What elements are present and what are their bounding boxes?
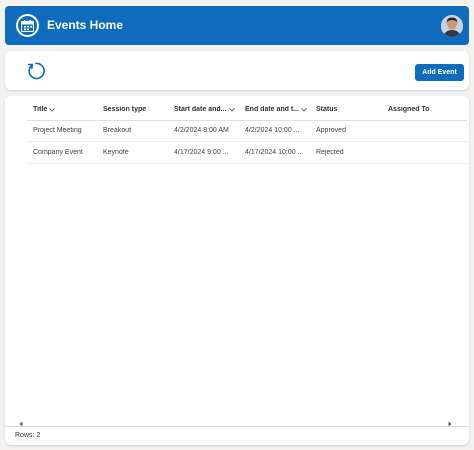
cell-session-type: Keynote	[103, 149, 129, 156]
avatar[interactable]	[441, 15, 463, 37]
column-header-end-date[interactable]: End date and t...	[245, 106, 311, 113]
page-title: Events Home	[47, 18, 124, 32]
horizontal-scrollbar[interactable]	[27, 418, 443, 420]
cell-status: Rejected	[316, 149, 344, 156]
column-header-assigned-to[interactable]: Assigned To	[388, 106, 458, 113]
table-row[interactable]: Project Meeting Breakout 4/2/2024 8:00 A…	[27, 120, 467, 142]
app-header: Events Home	[5, 6, 469, 45]
chevron-down-icon	[49, 107, 56, 112]
cell-session-type: Breakout	[103, 127, 132, 134]
refresh-icon[interactable]	[25, 60, 47, 82]
column-header-title[interactable]: Title	[33, 106, 97, 113]
cell-start-date: 4/17/2024 9:00 ...	[174, 149, 229, 156]
column-header-session-type[interactable]: Session type	[103, 106, 167, 113]
calendar-icon	[16, 14, 39, 37]
column-header-label: Status	[316, 106, 338, 113]
add-event-button[interactable]: Add Event	[415, 64, 464, 81]
cell-end-date: 4/17/2024 10:00 ...	[245, 149, 304, 156]
command-bar: Add Event	[5, 51, 469, 90]
grid-header: Title Session type Start date and... End…	[27, 99, 467, 121]
table-row[interactable]: Company Event Keynote 4/17/2024 9:00 ...…	[27, 142, 467, 164]
scroll-right-arrow-icon[interactable]	[446, 415, 454, 427]
column-header-label: Start date and...	[174, 106, 227, 113]
chevron-down-icon	[301, 107, 307, 112]
column-header-status[interactable]: Status	[316, 106, 380, 113]
chevron-down-icon	[228, 107, 235, 112]
grid-footer: Rows: 2	[5, 426, 469, 445]
cell-status: Approved	[316, 127, 346, 134]
column-header-label: Title	[33, 106, 48, 113]
cell-start-date: 4/2/2024 8:00 AM	[174, 127, 229, 134]
cell-title: Project Meeting	[33, 127, 82, 134]
column-header-label: End date and t...	[245, 106, 300, 113]
cell-end-date: 4/2/2024 10:00 ...	[245, 127, 300, 134]
row-count: Rows: 2	[15, 432, 41, 439]
events-grid: Title Session type Start date and... End…	[5, 96, 469, 445]
column-header-label: Session type	[103, 106, 147, 113]
column-header-label: Assigned To	[388, 106, 430, 113]
scroll-left-arrow-icon[interactable]	[17, 415, 25, 427]
cell-title: Company Event	[33, 149, 83, 156]
column-header-start-date[interactable]: Start date and...	[174, 106, 240, 113]
